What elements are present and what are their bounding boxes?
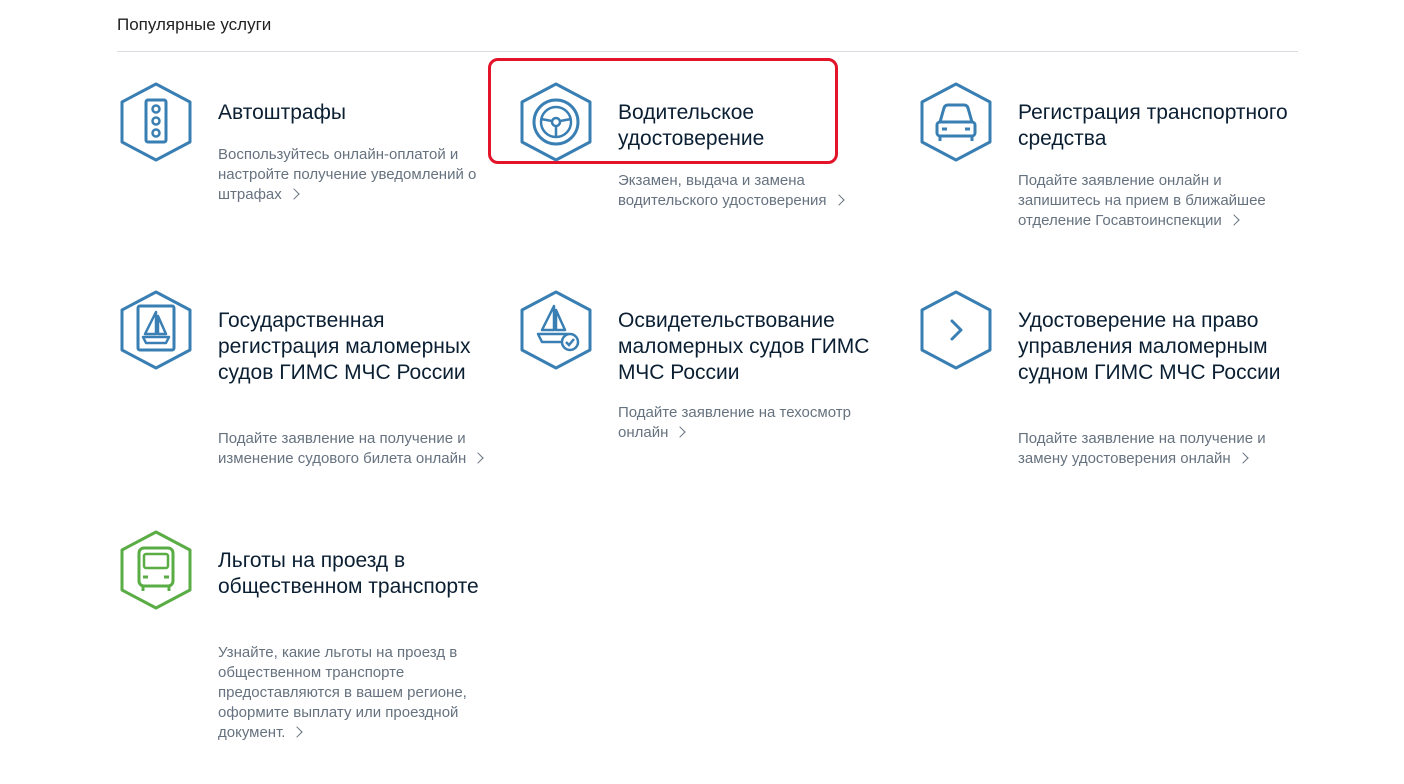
service-title: Освидетельствование маломерных судов ГИМ…: [618, 309, 870, 384]
section-title: Популярные услуги: [117, 15, 272, 34]
service-description[interactable]: Экзамен, выдача и замена водительского у…: [618, 171, 888, 211]
chevron-right-icon: [472, 452, 484, 464]
service-title: Регистрация транспортного средства: [1018, 101, 1288, 150]
chevron-right-icon: [832, 194, 845, 206]
service-description[interactable]: Подайте заявление на получение и замену …: [1018, 429, 1288, 469]
chevron-right-icon: [674, 426, 687, 438]
steering-wheel-icon: [518, 82, 594, 162]
car-icon: [918, 82, 994, 162]
boat-document-icon: [118, 290, 194, 370]
service-description[interactable]: Подайте заявление на техосмотр онлайн: [618, 403, 888, 443]
chevron-right-icon: [1228, 214, 1240, 226]
service-title: Удостоверение на право управления маломе…: [1018, 309, 1281, 384]
service-description[interactable]: Подайте заявление на получение и изменен…: [218, 429, 488, 469]
bus-icon: [118, 530, 194, 610]
service-title: Льготы на проезд в общественном транспор…: [218, 549, 479, 598]
divider: [117, 51, 1298, 52]
chevron-right-icon: [288, 188, 300, 200]
chevron-right-icon: [291, 726, 304, 738]
service-description[interactable]: Узнайте, какие льготы на проезд в общест…: [218, 643, 488, 743]
boat-check-icon: [518, 290, 594, 370]
chevron-right-icon: [918, 290, 994, 370]
traffic-light-icon: [118, 82, 194, 162]
service-title: Государственная регистрация маломерных с…: [218, 309, 471, 384]
chevron-right-icon: [1236, 452, 1249, 464]
service-description[interactable]: Подайте заявление онлайн и запишитесь на…: [1018, 171, 1288, 231]
service-description[interactable]: Воспользуйтесь онлайн-оплатой и настройт…: [218, 145, 488, 205]
service-title: Водительское удостоверение: [618, 101, 765, 150]
service-title: Автоштрафы: [218, 101, 346, 124]
